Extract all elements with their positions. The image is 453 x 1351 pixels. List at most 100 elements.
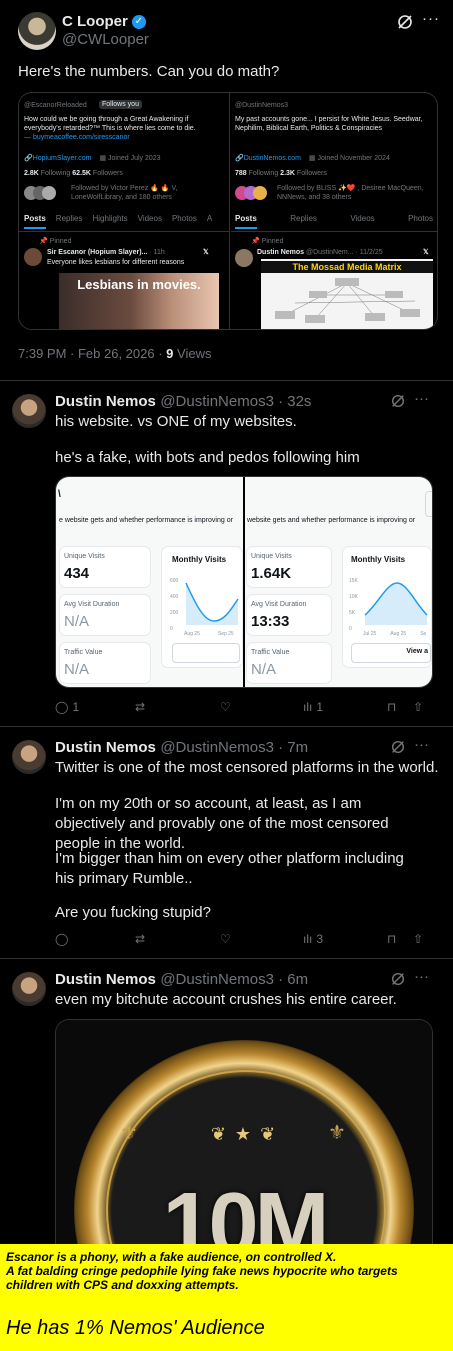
verified-badge-icon: ✓ — [131, 14, 146, 29]
traffic-value-value: N/A — [64, 661, 90, 678]
view-report-button[interactable]: View a — [351, 643, 431, 663]
reply-text-line-2: he's a fake, with bots and pedos followi… — [55, 449, 360, 466]
y-tick: 5K — [349, 610, 356, 616]
post-image[interactable]: @EscanorReloaded Follows you How could w… — [18, 92, 438, 330]
grok-icon[interactable] — [396, 13, 414, 31]
avg-duration-value: N/A — [64, 613, 90, 630]
right-following-label: Following — [248, 170, 279, 177]
grok-icon[interactable] — [390, 971, 406, 987]
traffic-value-label: Traffic Value — [64, 649, 103, 656]
right-pinned-name[interactable]: Dustin Nemos — [257, 249, 304, 256]
y-tick: 10K — [349, 594, 358, 600]
bookmark-icon[interactable]: ⊓ — [387, 700, 396, 714]
retweet-icon[interactable]: ⇄ — [135, 700, 145, 714]
laurel-icon: ❦ ★ ❦ — [210, 1124, 278, 1144]
left-followers-count[interactable]: 62.5K — [72, 170, 91, 177]
views-count: 9 — [166, 346, 174, 361]
views-icon[interactable]: ılı — [303, 700, 312, 714]
tab-videos[interactable]: Videos — [350, 214, 374, 229]
avg-duration-card: Avg Visit Duration 13:33 — [247, 595, 331, 635]
author-name[interactable]: C Looper — [62, 13, 128, 30]
right-website[interactable]: DustinNemos.com — [244, 155, 301, 162]
reply-post-3: Dustin Nemos @DustinNemos3 · 6m ··· even… — [0, 959, 453, 1250]
more-icon[interactable]: ··· — [414, 736, 429, 753]
follower-avatars — [235, 186, 275, 200]
author-name[interactable]: Dustin Nemos — [55, 393, 156, 410]
grok-icon[interactable] — [390, 739, 406, 755]
avatar[interactable] — [12, 394, 46, 428]
pinned-avatar[interactable] — [24, 248, 42, 266]
author-name[interactable]: Dustin Nemos — [55, 971, 156, 988]
tab-replies[interactable]: Replies — [290, 214, 317, 229]
author-handle[interactable]: @DustinNemos3 · 7m — [160, 739, 308, 756]
banner-line-1: Escanor is a phony, with a fake audience… — [6, 1250, 337, 1264]
share-icon[interactable]: ⇧ — [413, 932, 423, 946]
right-profile-panel: @DustinNemos3 My past accounts gone... I… — [231, 93, 437, 329]
avatar[interactable] — [12, 740, 46, 774]
banner-headline: He has 1% Nemos' Audience — [6, 1317, 265, 1339]
left-website[interactable]: HopiumSlayer.com — [33, 155, 92, 162]
reply-paragraph-3: I'm bigger than him on every other platf… — [55, 850, 404, 887]
post-timestamp[interactable]: 7:39 PM · Feb 26, 2026 · — [18, 346, 163, 361]
left-following-count[interactable]: 2.8K — [24, 170, 39, 177]
media-caption: Lesbians in movies. — [77, 277, 201, 292]
like-icon[interactable]: ♡ — [220, 700, 231, 714]
pinned-avatar[interactable] — [235, 249, 253, 267]
views-label: Views — [177, 346, 212, 361]
left-bio-link[interactable]: — buymeacoffee.com/siresscanor — [24, 133, 130, 142]
right-followers-label: Followers — [296, 170, 327, 177]
avatar[interactable] — [18, 12, 56, 50]
y-tick: 0 — [349, 626, 352, 632]
author-handle[interactable]: @CWLooper — [62, 31, 149, 48]
unique-visits-value: 1.64K — [251, 565, 292, 582]
reply-icon[interactable]: ◯ — [55, 932, 68, 946]
analytics-image[interactable]: \ e website gets and whether performance… — [55, 476, 433, 688]
tab-posts[interactable]: Posts — [24, 214, 46, 229]
badge-image[interactable]: ❦ ★ ❦ ⚜ ⚜ 10M — [55, 1019, 433, 1250]
more-icon[interactable]: ··· — [422, 10, 440, 27]
right-tabs: Posts Replies Videos Photos — [235, 214, 433, 229]
author-name[interactable]: Dustin Nemos — [55, 739, 156, 756]
tab-posts[interactable]: Posts — [235, 214, 257, 229]
reply-icon[interactable]: ◯ — [55, 700, 68, 714]
unique-visits-label: Unique Visits — [64, 553, 105, 560]
reply-paragraph-2: I'm on my 20th or so account, at least, … — [55, 795, 389, 852]
right-following-count[interactable]: 788 — [235, 170, 247, 177]
diagram-graphic — [275, 278, 420, 323]
share-icon[interactable]: ⇧ — [413, 700, 423, 714]
bookmark-icon[interactable]: ⊓ — [387, 932, 396, 946]
right-followers-count[interactable]: 2.3K — [280, 170, 295, 177]
views-icon[interactable]: ılı — [303, 932, 312, 946]
left-following-label: Following — [40, 170, 71, 177]
pinned-media[interactable]: The Mossad Media Matrix — [261, 259, 433, 329]
view-report-button[interactable] — [172, 643, 240, 663]
more-icon[interactable]: ··· — [414, 390, 429, 407]
author-handle[interactable]: @DustinNemos3 · 32s — [160, 393, 311, 410]
grok-icon[interactable] — [390, 393, 406, 409]
pin-icon: 📌 — [39, 238, 50, 245]
tab-highlights[interactable]: Highlights — [92, 214, 127, 229]
tab-replies[interactable]: Replies — [56, 214, 83, 229]
tab-articles[interactable]: A — [207, 214, 212, 229]
like-icon[interactable]: ♡ — [220, 932, 231, 946]
reply-paragraph-1: Twitter is one of the most censored plat… — [55, 759, 439, 776]
tab-videos[interactable]: Videos — [138, 214, 162, 229]
tab-photos[interactable]: Photos — [408, 214, 433, 229]
post-text: Here's the numbers. Can you do math? — [18, 63, 280, 80]
pinned-media[interactable]: Lesbians in movies. — [59, 273, 219, 329]
retweet-icon[interactable]: ⇄ — [135, 932, 145, 946]
monthly-visits-line — [185, 582, 239, 625]
more-icon[interactable]: ··· — [414, 968, 429, 985]
left-pinned-label: Pinned — [49, 238, 72, 245]
left-profile-panel: @EscanorReloaded Follows you How could w… — [19, 93, 229, 329]
y-tick: 0 — [170, 626, 173, 632]
x-logo-icon: 𝕏 — [203, 249, 209, 256]
left-handle: @EscanorReloaded — [24, 102, 87, 109]
right-pinned-label: Pinned — [261, 238, 284, 245]
traffic-value-card: Traffic Value N/A — [247, 643, 331, 683]
author-handle[interactable]: @DustinNemos3 · 6m — [160, 971, 308, 988]
traffic-value-value: N/A — [251, 661, 277, 678]
tab-photos[interactable]: Photos — [172, 214, 197, 229]
left-pinned-name[interactable]: Sir Escanor (Hopium Slayer)... — [47, 249, 147, 256]
avatar[interactable] — [12, 972, 46, 1006]
